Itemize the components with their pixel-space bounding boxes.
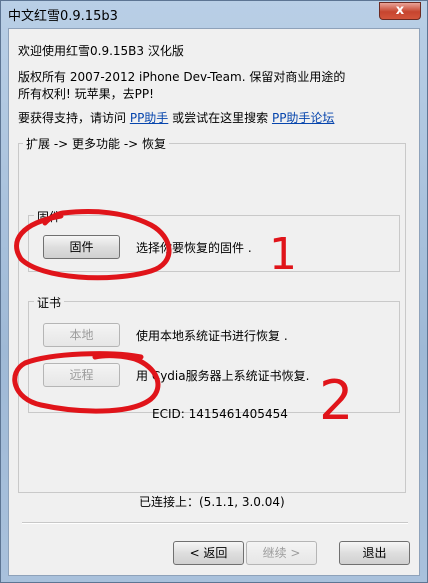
- back-button[interactable]: < 返回: [173, 541, 244, 565]
- ecid-text: ECID: 1415461405454: [152, 407, 288, 421]
- close-icon: x: [395, 3, 405, 18]
- copyright-line-2: 所有权利! 玩苹果，去PP!: [18, 87, 154, 101]
- firmware-description: 选择你要恢复的固件 .: [136, 241, 252, 255]
- pp-assistant-link[interactable]: PP助手: [130, 111, 168, 125]
- window-title: 中文红雪0.9.15b3: [8, 9, 118, 24]
- local-cert-description: 使用本地系统证书进行恢复 .: [136, 329, 288, 343]
- support-mid: 或尝试在这里搜索: [168, 111, 272, 125]
- app-window: 中文红雪0.9.15b3 x 欢迎使用红雪0.9.15B3 汉化版 版权所有 2…: [0, 0, 428, 583]
- welcome-text: 欢迎使用红雪0.9.15B3 汉化版: [18, 44, 184, 58]
- remote-cert-description: 用 Cydia服务器上系统证书恢复.: [136, 369, 310, 383]
- close-button[interactable]: x: [379, 2, 421, 20]
- copyright-line-1: 版权所有 2007-2012 iPhone Dev-Team. 保留对商业用途的: [18, 70, 346, 84]
- remote-cert-button[interactable]: 远程: [43, 363, 120, 387]
- connection-status: 已连接上：(5.1.1, 3.0.04): [139, 495, 285, 509]
- dialog-body: 欢迎使用红雪0.9.15B3 汉化版 版权所有 2007-2012 iPhone…: [8, 28, 420, 576]
- breadcrumb: 扩展 -> 更多功能 -> 恢复: [23, 135, 170, 152]
- exit-button[interactable]: 退出: [339, 541, 410, 565]
- support-line: 要获得支持，请访问 PP助手 或尝试在这里搜索 PP助手论坛: [18, 109, 334, 126]
- certificate-group: [28, 301, 400, 413]
- certificate-group-label: 证书: [34, 294, 65, 311]
- title-bar[interactable]: 中文红雪0.9.15b3 x: [1, 1, 427, 27]
- pp-forum-link[interactable]: PP助手论坛: [272, 111, 334, 125]
- support-prefix: 要获得支持，请访问: [18, 111, 130, 125]
- button-separator: [22, 522, 408, 524]
- next-button[interactable]: 继续 >: [246, 541, 317, 565]
- firmware-button[interactable]: 固件: [43, 235, 120, 259]
- local-cert-button[interactable]: 本地: [43, 323, 120, 347]
- firmware-group-label: 固件: [34, 208, 65, 225]
